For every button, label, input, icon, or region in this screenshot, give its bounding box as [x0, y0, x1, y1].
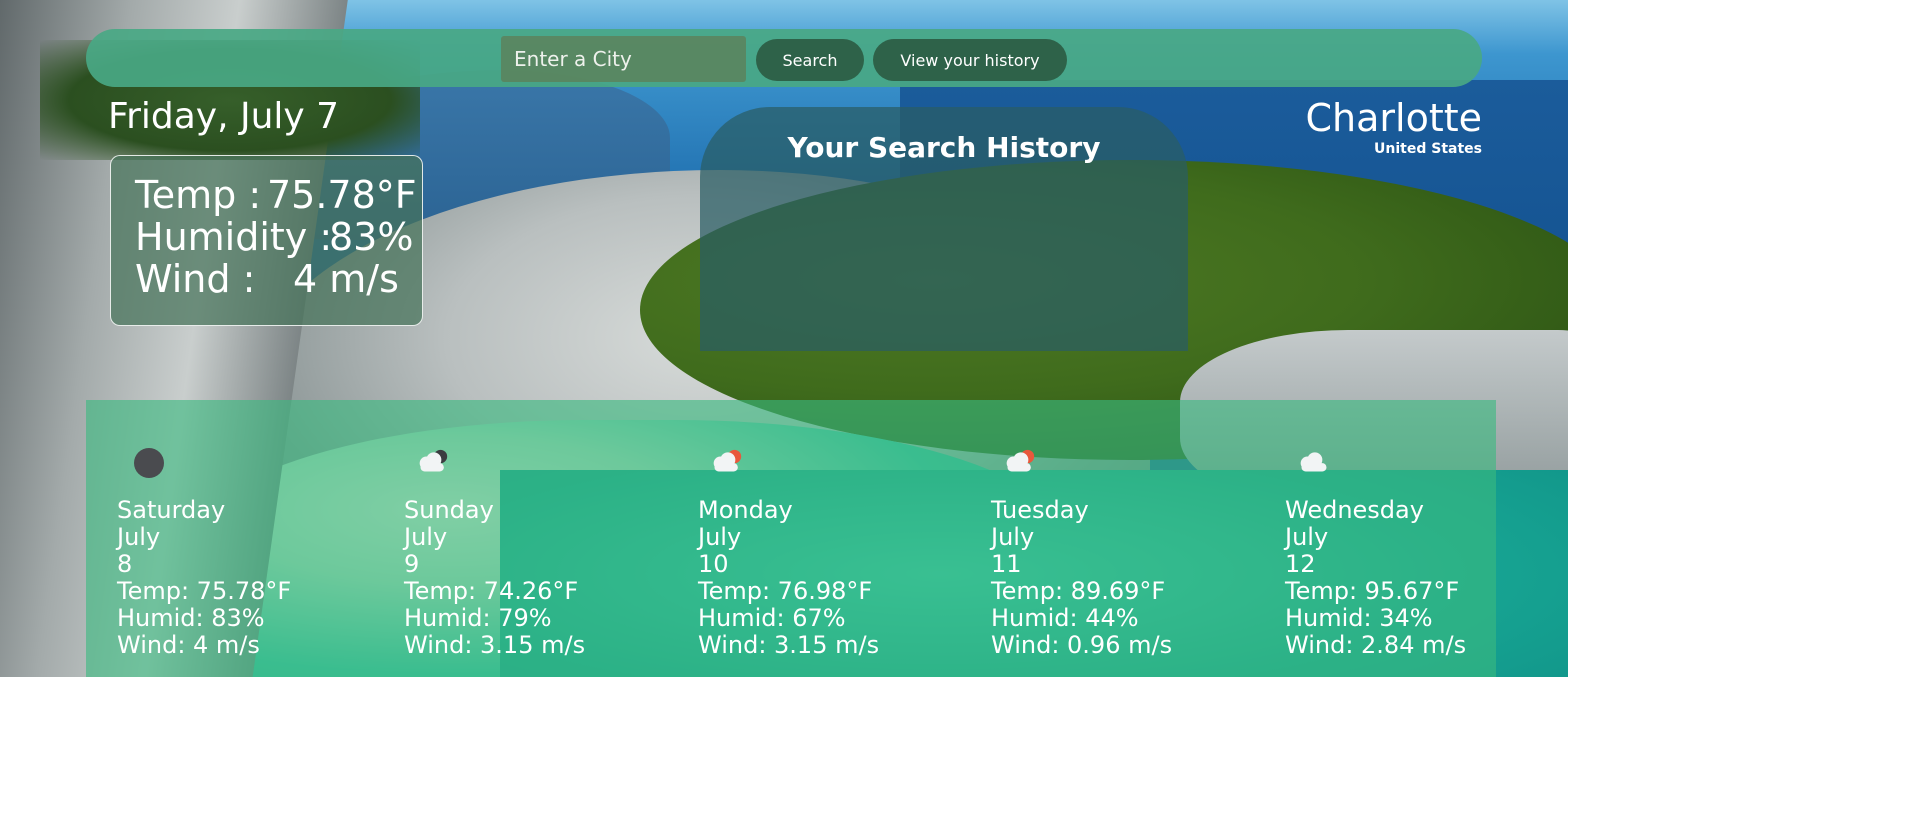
humidity-label: Humidity :	[135, 215, 333, 259]
wind-label: Wind :	[135, 257, 256, 301]
forecast-temp: Temp: 75.78°F	[117, 577, 292, 605]
forecast-day-card: Monday July 10 Temp: 76.98°F Humid: 67% …	[698, 445, 879, 659]
forecast-day-card: Sunday July 9 Temp: 74.26°F Humid: 79% W…	[404, 445, 585, 659]
forecast-month: July	[1285, 523, 1329, 551]
forecast-day-card: Tuesday July 11 Temp: 89.69°F Humid: 44%…	[991, 445, 1172, 659]
cloud-sun-icon	[991, 445, 1172, 480]
forecast-temp: Temp: 74.26°F	[404, 577, 579, 605]
forecast-day: Tuesday	[991, 496, 1089, 524]
current-weather-card: Temp : 75.78°F Humidity : 83% Wind : 4 m…	[110, 155, 423, 326]
forecast-date: 12	[1285, 550, 1316, 578]
forecast-month: July	[698, 523, 742, 551]
current-humidity-row: Humidity : 83%	[135, 216, 422, 258]
forecast-wind: Wind: 2.84 m/s	[1285, 631, 1467, 659]
forecast-day: Saturday	[117, 496, 226, 524]
humidity-value: 83%	[329, 215, 414, 259]
current-wind-row: Wind : 4 m/s	[135, 258, 422, 300]
forecast-humidity: Humid: 34%	[1285, 604, 1433, 632]
city-search-input[interactable]	[501, 36, 746, 82]
history-title: Your Search History	[787, 131, 1101, 164]
forecast-temp: Temp: 95.67°F	[1285, 577, 1460, 605]
city-name: Charlotte	[1305, 96, 1482, 140]
moon-icon	[117, 445, 291, 480]
current-date: Friday, July 7	[108, 96, 340, 137]
forecast-wind: Wind: 3.15 m/s	[698, 631, 880, 659]
search-button[interactable]: Search	[756, 39, 864, 81]
search-history-panel: Your Search History	[700, 107, 1188, 351]
forecast-day-card: Saturday July 8 Temp: 75.78°F Humid: 83%…	[117, 445, 291, 659]
temp-value: 75.78°F	[267, 173, 417, 217]
forecast-temp: Temp: 89.69°F	[991, 577, 1166, 605]
forecast-wind: Wind: 4 m/s	[117, 631, 260, 659]
forecast-humidity: Humid: 83%	[117, 604, 265, 632]
forecast-month: July	[404, 523, 448, 551]
forecast-wind: Wind: 0.96 m/s	[991, 631, 1173, 659]
forecast-humidity: Humid: 67%	[698, 604, 846, 632]
forecast-day-card: Wednesday July 12 Temp: 95.67°F Humid: 3…	[1285, 445, 1466, 659]
forecast-day: Wednesday	[1285, 496, 1424, 524]
cloud-icon	[1285, 445, 1466, 480]
forecast-date: 9	[404, 550, 420, 578]
forecast-panel: Saturday July 8 Temp: 75.78°F Humid: 83%…	[86, 400, 1496, 677]
forecast-date: 8	[117, 550, 133, 578]
view-history-button[interactable]: View your history	[873, 39, 1067, 81]
forecast-temp: Temp: 76.98°F	[698, 577, 873, 605]
cloud-sun-icon	[698, 445, 879, 480]
country-name: United States	[1374, 141, 1482, 157]
forecast-humidity: Humid: 44%	[991, 604, 1139, 632]
wind-value: 4 m/s	[293, 257, 399, 301]
temp-label: Temp :	[135, 173, 262, 217]
forecast-day: Sunday	[404, 496, 494, 524]
forecast-day: Monday	[698, 496, 793, 524]
forecast-month: July	[117, 523, 161, 551]
forecast-date: 11	[991, 550, 1022, 578]
current-temp-row: Temp : 75.78°F	[135, 174, 422, 216]
forecast-date: 10	[698, 550, 729, 578]
forecast-humidity: Humid: 79%	[404, 604, 552, 632]
forecast-wind: Wind: 3.15 m/s	[404, 631, 586, 659]
cloud-night-icon	[404, 445, 585, 480]
forecast-month: July	[991, 523, 1035, 551]
